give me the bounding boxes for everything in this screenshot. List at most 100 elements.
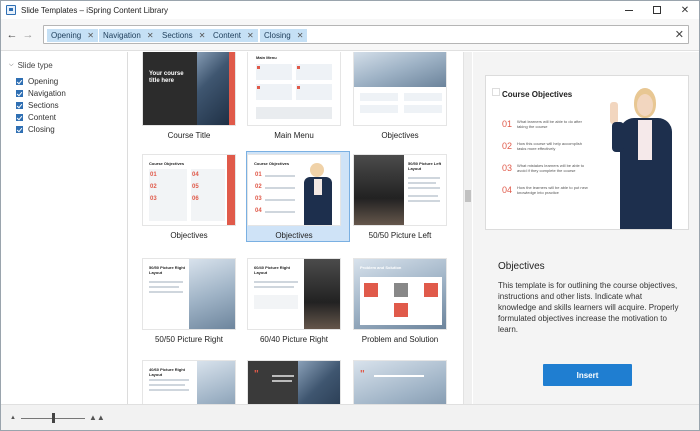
arrow-right-icon: → — [22, 29, 34, 41]
filter-label: Sections — [28, 100, 59, 110]
checkbox-checked-icon[interactable] — [16, 89, 23, 97]
checkbox-checked-icon[interactable] — [16, 77, 23, 85]
template-thumbnail: " — [353, 360, 447, 404]
preview-panel: Course Objectives 01 What learners will … — [473, 52, 699, 404]
template-thumbnail: Your course title here — [142, 52, 236, 126]
template-label: 50/50 Picture Right — [154, 335, 224, 344]
zoom-slider-handle[interactable] — [51, 413, 55, 423]
remove-tag-icon[interactable]: ✕ — [247, 31, 254, 40]
thumb-title: 50/50 Picture Right Layout — [149, 265, 186, 275]
template-thumbnail — [353, 52, 447, 126]
chevron-down-icon: ⌵ — [9, 62, 14, 68]
close-button[interactable]: ✕ — [671, 1, 699, 19]
preview-point-num: 01 — [502, 119, 513, 129]
template-label: Objectives — [381, 131, 419, 140]
thumb-title: 40/60 Picture Right Layout — [149, 367, 186, 377]
template-thumbnail: Main Menu — [247, 52, 341, 126]
remove-tag-icon[interactable]: ✕ — [87, 31, 94, 40]
tag-label: Closing — [264, 31, 291, 40]
grid-scrollbar[interactable] — [463, 52, 472, 404]
template-thumbnail: " — [247, 360, 341, 404]
filter-tag-content[interactable]: Content ✕ — [209, 29, 258, 42]
tag-label: Content — [213, 31, 242, 40]
preview-point-text: How this course will help accomplish tas… — [517, 141, 582, 151]
maximize-icon — [653, 6, 661, 14]
preview-point-text: What mistakes learners will be able to a… — [517, 163, 585, 173]
filter-label: Opening — [28, 76, 59, 86]
preview-point-num: 03 — [502, 163, 513, 173]
thumb-title: 60/40 Picture Right Layout — [254, 265, 291, 275]
template-thumbnail: 60/40 Picture Right Layout — [247, 258, 341, 330]
template-label: Course Title — [167, 131, 211, 140]
app-icon — [6, 5, 16, 15]
back-button[interactable]: ← — [5, 28, 19, 42]
template-thumbnail: 50/50 Picture Left Layout — [353, 154, 447, 226]
filter-tag-opening[interactable]: Opening ✕ — [47, 29, 98, 42]
forward-button[interactable]: → — [21, 28, 35, 42]
remove-tag-icon[interactable]: ✕ — [199, 31, 206, 40]
minimize-icon — [625, 9, 633, 11]
tag-label: Opening — [51, 31, 82, 40]
insert-button[interactable]: Insert — [543, 364, 632, 386]
template-label: 60/40 Picture Right — [259, 335, 329, 344]
template-label: Main Menu — [274, 131, 314, 140]
maximize-button[interactable] — [643, 1, 671, 19]
filter-sidebar: ⌵ Slide type Opening Navigation Sections… — [1, 52, 128, 404]
thumb-title: Your course title here — [149, 71, 184, 84]
preview-point-num: 04 — [502, 185, 513, 195]
filter-label: Content — [28, 112, 57, 122]
tag-label: Sections — [162, 31, 193, 40]
checkbox-checked-icon[interactable] — [16, 113, 23, 121]
preview-point-num: 02 — [502, 141, 513, 151]
remove-tag-icon[interactable]: ✕ — [297, 31, 304, 40]
template-grid: Your course title here Course Title Main… — [129, 52, 463, 404]
filter-tag-sections[interactable]: Sections ✕ — [158, 29, 210, 42]
filter-sections[interactable]: Sections — [16, 100, 59, 110]
close-icon: ✕ — [680, 4, 690, 16]
app-window: Slide Templates – iSpring Content Librar… — [0, 0, 700, 431]
zoom-in-icon[interactable]: ▲▲ — [89, 413, 105, 422]
preview-description: This template is for outlining the cours… — [498, 281, 679, 334]
scrollbar-thumb[interactable] — [465, 190, 471, 202]
preview-point-text: What learners will be able to do after t… — [517, 119, 582, 129]
preview-point-text: How the learners will be able to put new… — [517, 185, 588, 195]
clear-search-icon[interactable]: ✕ — [675, 28, 684, 41]
thumb-title: Problem and Solution — [360, 265, 402, 270]
template-thumbnail: 40/60 Picture Right Layout — [142, 360, 236, 404]
template-label: Objectives — [170, 231, 208, 240]
remove-tag-icon[interactable]: ✕ — [147, 31, 154, 40]
filter-opening[interactable]: Opening — [16, 76, 58, 86]
template-thumbnail: 50/50 Picture Right Layout — [142, 258, 236, 330]
preview-name: Objectives — [498, 261, 545, 272]
filter-content[interactable]: Content — [16, 112, 56, 122]
filter-label: Navigation — [28, 88, 66, 98]
presenter-image — [604, 82, 688, 229]
zoom-out-icon[interactable]: ▲ — [10, 415, 16, 421]
template-thumbnail: Course Objectives 01 02 03 04 05 06 — [142, 154, 236, 226]
checkbox-checked-icon[interactable] — [16, 101, 23, 109]
window-title: Slide Templates – iSpring Content Librar… — [21, 5, 169, 15]
template-thumbnail: Course Objectives 01 02 03 04 — [247, 154, 341, 226]
filter-label: Closing — [28, 124, 55, 134]
checkbox-checked-icon[interactable] — [16, 125, 23, 133]
filter-tag-navigation[interactable]: Navigation ✕ — [99, 29, 158, 42]
slide-type-group[interactable]: ⌵ Slide type — [9, 61, 53, 70]
template-label: Problem and Solution — [361, 335, 439, 344]
status-bar: ▲ ▲▲ — [1, 404, 699, 430]
filter-closing[interactable]: Closing — [16, 124, 55, 134]
thumb-title: Course Objectives — [149, 161, 185, 166]
thumb-title: Course Objectives — [254, 161, 290, 166]
template-thumbnail: Problem and Solution — [353, 258, 447, 330]
filter-navigation[interactable]: Navigation — [16, 88, 66, 98]
preview-slide-title: Course Objectives — [502, 90, 573, 99]
slide-preview: Course Objectives 01 What learners will … — [485, 75, 689, 230]
filter-tag-closing[interactable]: Closing ✕ — [260, 29, 308, 42]
template-label: 50/50 Picture Left — [368, 231, 432, 240]
tag-search-input[interactable]: Opening ✕ Navigation ✕ Sections ✕ Content ✕ … — [43, 25, 689, 44]
template-label: Objectives — [275, 231, 313, 240]
thumb-title: Main Menu — [256, 55, 277, 60]
minimize-button[interactable] — [615, 1, 643, 19]
title-bar: Slide Templates – iSpring Content Librar… — [1, 1, 699, 19]
arrow-left-icon: ← — [6, 29, 18, 41]
thumb-title: 50/50 Picture Left Layout — [408, 161, 442, 171]
